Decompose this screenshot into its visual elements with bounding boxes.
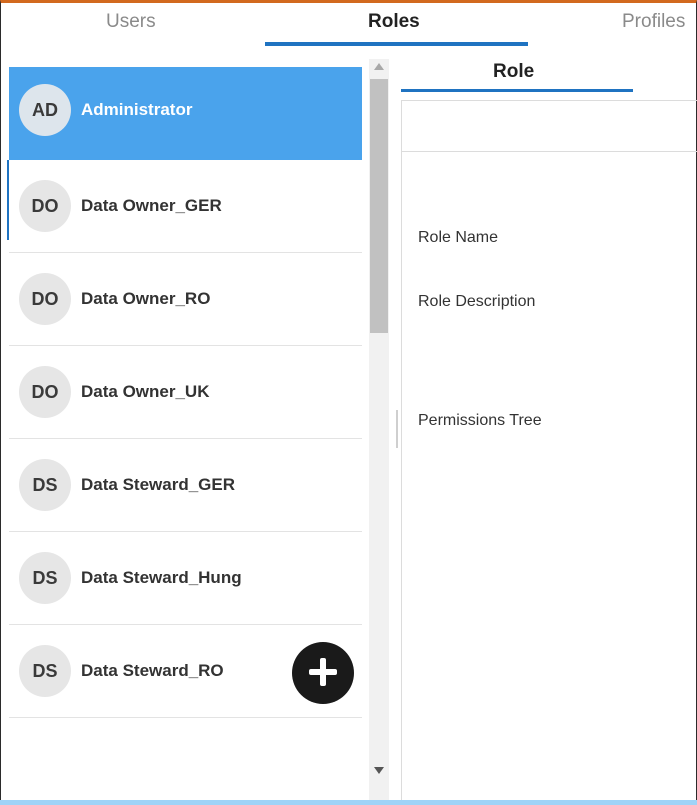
role-item-data-owner-ro[interactable]: DO Data Owner_RO: [9, 253, 362, 346]
role-item-label: Data Owner_UK: [81, 382, 210, 401]
role-detail-panel: Role Role Name Role Description Permissi…: [400, 45, 697, 805]
scrollbar-thumb[interactable]: [370, 79, 388, 333]
role-item-data-owner-uk[interactable]: DO Data Owner_UK: [9, 346, 362, 439]
role-item-label: Data Steward_GER: [81, 475, 235, 494]
tab-users[interactable]: Users: [106, 11, 156, 33]
main-tabs: Users Roles Profiles: [0, 3, 697, 46]
role-item-data-owner-ger[interactable]: DO Data Owner_GER: [9, 160, 362, 253]
role-item-label: Administrator: [81, 100, 193, 119]
tab-profiles[interactable]: Profiles: [622, 11, 685, 33]
role-item-data-steward-hung[interactable]: DS Data Steward_Hung: [9, 532, 362, 625]
permissions-tree-label: Permissions Tree: [418, 412, 542, 429]
scroll-up-arrow-icon[interactable]: [374, 63, 384, 70]
scroll-down-arrow-icon[interactable]: [374, 767, 384, 774]
role-item-label: Data Owner_RO: [81, 289, 211, 308]
avatar: DO: [19, 273, 71, 325]
avatar: DO: [19, 180, 71, 232]
avatar: DS: [19, 645, 71, 697]
avatar: DS: [19, 459, 71, 511]
detail-header: [402, 101, 697, 152]
role-item-label: Data Owner_GER: [81, 196, 222, 215]
roles-list-scrollbar[interactable]: [369, 59, 389, 805]
role-description-label: Role Description: [418, 293, 536, 310]
role-item-label: Data Steward_RO: [81, 661, 224, 680]
avatar: DS: [19, 552, 71, 604]
role-item-administrator[interactable]: AD Administrator: [9, 67, 362, 160]
role-detail-form: Role Name Role Description Permissions T…: [401, 100, 697, 805]
avatar: AD: [19, 84, 71, 136]
role-item-data-steward-ger[interactable]: DS Data Steward_GER: [9, 439, 362, 532]
panel-splitter-handle[interactable]: [396, 410, 398, 448]
tab-role[interactable]: Role: [493, 61, 534, 83]
tab-roles[interactable]: Roles: [368, 11, 420, 33]
role-item-label: Data Steward_Hung: [81, 568, 242, 587]
bottom-accent-bar: [0, 800, 697, 805]
role-name-label: Role Name: [418, 229, 499, 246]
active-tab-indicator: [401, 89, 633, 92]
avatar: DO: [19, 366, 71, 418]
add-role-button[interactable]: [292, 642, 354, 704]
